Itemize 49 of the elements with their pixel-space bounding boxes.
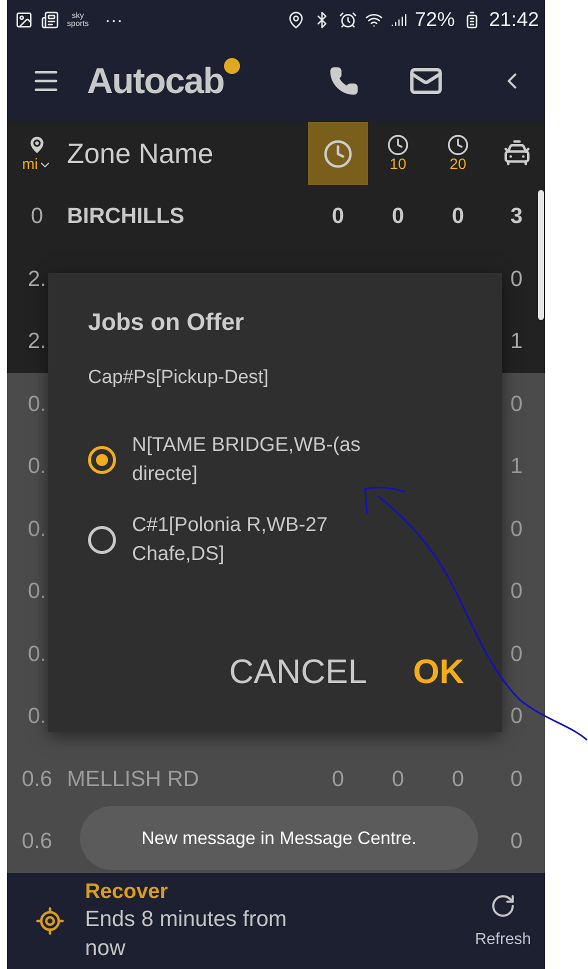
distance-cell-text: 0.: [26, 703, 48, 730]
dialog-title: Jobs on Offer: [88, 309, 244, 337]
job-count-cell-text: 0: [330, 766, 346, 792]
distance-cell-text: 0: [30, 203, 44, 230]
car-count-cell-text: 3: [509, 203, 524, 230]
status-title: Recover: [85, 880, 169, 904]
sky-sports-icon: sky sports: [67, 12, 89, 28]
distance-cell-text: 0.: [26, 390, 48, 417]
zone-name-cell-text: MELLISH RD: [67, 766, 200, 792]
ok-button[interactable]: OK: [413, 653, 464, 692]
dialog-subtitle: Cap#Ps[Pickup-Dest]: [88, 367, 269, 389]
distance-cell-text: 0.: [26, 640, 48, 667]
job-count-cell-text: 0: [450, 203, 466, 230]
distance-cell-text: 2.: [26, 266, 48, 292]
car-count-cell-text: 1: [509, 453, 524, 480]
car-count-cell-text: 0: [509, 703, 524, 730]
job-option[interactable]: N[TAME BRIDGE,WB-(as directe]: [88, 431, 378, 489]
cancel-button[interactable]: CANCEL: [229, 653, 367, 692]
clock-time: 21:42: [488, 8, 539, 32]
job-count-cell-text: 0: [390, 766, 406, 792]
car-count-cell-text: 0: [509, 766, 524, 792]
job-count-cell-text: 0: [390, 203, 406, 230]
toast-message: New message in Message Centre.: [80, 806, 478, 870]
car-count-cell-text: 0: [509, 516, 524, 542]
distance-cell-text: 2.: [26, 328, 48, 354]
zone-name-header: Zone Name: [67, 138, 214, 170]
job-count-cell-text: 0: [330, 203, 346, 230]
zone-name-cell-text: BIRCHILLS: [67, 203, 186, 230]
battery-percent: 72%: [414, 8, 455, 32]
car-count-cell-text: 1: [509, 328, 524, 354]
distance-cell-text: 0.: [26, 453, 48, 480]
more-notifications: ···: [104, 10, 123, 30]
distance-cell-text: 0.: [26, 516, 48, 542]
distance-unit-selector[interactable]: mi: [22, 134, 52, 173]
car-count-cell-text: 0: [509, 266, 524, 292]
status-text: Ends 8 minutes from now: [85, 904, 288, 962]
time-filter-tab[interactable]: 20: [428, 122, 488, 185]
job-option[interactable]: C#1[Polonia R,WB-27 Chafe,DS]: [88, 511, 378, 569]
time-filter-tab[interactable]: 10: [368, 122, 428, 185]
car-count-cell-text: 0: [509, 640, 524, 667]
refresh-button[interactable]: Refresh: [474, 892, 531, 949]
autocab-logo: Autocab: [87, 60, 240, 102]
distance-cell-text: 0.: [26, 578, 48, 604]
job-count-cell-text: 0: [450, 766, 466, 792]
car-count-cell-text: 0: [509, 390, 524, 417]
car-count-cell-text: 0: [509, 578, 524, 604]
distance-cell-text: 0.6: [20, 828, 54, 854]
car-count-cell-text: 0: [509, 828, 524, 854]
distance-cell-text: 0.6: [20, 766, 54, 792]
